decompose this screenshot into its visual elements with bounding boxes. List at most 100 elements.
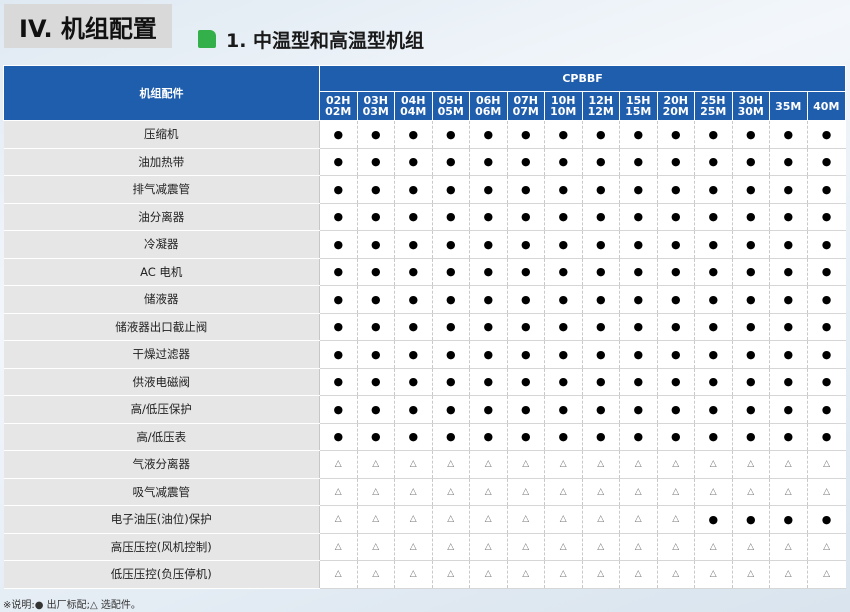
model-header: 10H 10M bbox=[544, 91, 583, 121]
standard-mark: ● bbox=[769, 505, 807, 534]
standard-mark: ● bbox=[394, 395, 432, 424]
standard-mark: ● bbox=[694, 258, 732, 286]
standard-mark: ● bbox=[431, 395, 470, 424]
standard-mark: ● bbox=[356, 285, 395, 314]
standard-mark: ● bbox=[544, 313, 582, 341]
standard-mark: ● bbox=[769, 313, 807, 341]
optional-mark: △ bbox=[469, 505, 507, 534]
standard-mark: ● bbox=[694, 395, 732, 424]
table-row: 气液分离器 △ △ △ △ △ △ △ △ △ △ △ △ △ △ bbox=[3, 450, 846, 479]
standard-mark: ● bbox=[581, 368, 620, 396]
standard-mark: ● bbox=[356, 148, 395, 176]
standard-mark: ● bbox=[619, 285, 657, 314]
row-label: 高压压控(风机控制) bbox=[3, 533, 320, 561]
section-title: IV. 机组配置 bbox=[4, 4, 172, 48]
optional-mark: △ bbox=[506, 533, 545, 561]
standard-mark: ● bbox=[431, 340, 470, 369]
standard-mark: ● bbox=[731, 505, 770, 534]
model-code: 30M bbox=[737, 105, 764, 118]
standard-mark: ● bbox=[544, 258, 582, 286]
standard-mark: ● bbox=[694, 423, 732, 451]
standard-mark: ● bbox=[506, 175, 545, 204]
standard-mark: ● bbox=[619, 175, 657, 204]
row-label: 低压压控(负压停机) bbox=[3, 560, 320, 589]
optional-mark: △ bbox=[619, 505, 657, 534]
standard-mark: ● bbox=[731, 175, 770, 204]
standard-mark: ● bbox=[506, 230, 545, 259]
optional-mark: △ bbox=[469, 478, 507, 506]
standard-mark: ● bbox=[619, 230, 657, 259]
standard-mark: ● bbox=[394, 313, 432, 341]
optional-mark: △ bbox=[694, 560, 732, 589]
optional-mark: △ bbox=[506, 505, 545, 534]
standard-mark: ● bbox=[769, 285, 807, 314]
optional-mark: △ bbox=[619, 533, 657, 561]
standard-mark: ● bbox=[731, 340, 770, 369]
optional-mark: △ bbox=[544, 478, 582, 506]
optional-mark: △ bbox=[319, 505, 357, 534]
table-row: 吸气减震管 △ △ △ △ △ △ △ △ △ △ △ △ △ △ bbox=[3, 478, 846, 506]
standard-mark: ● bbox=[319, 313, 357, 341]
model-code: 10M bbox=[550, 105, 577, 118]
standard-mark: ● bbox=[694, 340, 732, 369]
optional-mark: △ bbox=[806, 533, 846, 561]
optional-mark: △ bbox=[731, 560, 770, 589]
sub-title-text: 1. 中温型和高温型机组 bbox=[226, 29, 425, 52]
standard-mark: ● bbox=[544, 285, 582, 314]
optional-mark: △ bbox=[694, 478, 732, 506]
standard-mark: ● bbox=[544, 148, 582, 176]
model-header: 35M bbox=[769, 91, 808, 121]
standard-mark: ● bbox=[656, 423, 695, 451]
row-label: 压缩机 bbox=[3, 120, 320, 149]
row-label: 干燥过滤器 bbox=[3, 340, 320, 369]
standard-mark: ● bbox=[656, 230, 695, 259]
standard-mark: ● bbox=[469, 120, 507, 149]
corner-header: 机组配件 bbox=[3, 65, 320, 121]
standard-mark: ● bbox=[769, 423, 807, 451]
standard-mark: ● bbox=[431, 175, 470, 204]
optional-mark: △ bbox=[544, 450, 582, 479]
standard-mark: ● bbox=[731, 203, 770, 231]
standard-mark: ● bbox=[769, 203, 807, 231]
optional-mark: △ bbox=[506, 450, 545, 479]
standard-mark: ● bbox=[694, 230, 732, 259]
model-code: 25M bbox=[700, 105, 727, 118]
standard-mark: ● bbox=[319, 258, 357, 286]
standard-mark: ● bbox=[506, 368, 545, 396]
standard-mark: ● bbox=[806, 148, 846, 176]
table-row: 高/低压表 ● ● ● ● ● ● ● ● ● ● ● ● ● ● bbox=[3, 423, 846, 451]
model-header: 30H 30M bbox=[731, 91, 770, 121]
optional-mark: △ bbox=[356, 505, 395, 534]
standard-mark: ● bbox=[806, 285, 846, 314]
group-header: CPBBF bbox=[318, 65, 847, 92]
standard-mark: ● bbox=[394, 203, 432, 231]
standard-mark: ● bbox=[656, 258, 695, 286]
model-code: 06M bbox=[475, 105, 502, 118]
optional-mark: △ bbox=[619, 560, 657, 589]
optional-mark: △ bbox=[394, 533, 432, 561]
standard-mark: ● bbox=[731, 285, 770, 314]
standard-mark: ● bbox=[619, 203, 657, 231]
standard-mark: ● bbox=[581, 203, 620, 231]
standard-mark: ● bbox=[506, 285, 545, 314]
standard-mark: ● bbox=[469, 230, 507, 259]
standard-mark: ● bbox=[394, 120, 432, 149]
standard-mark: ● bbox=[619, 258, 657, 286]
standard-mark: ● bbox=[694, 203, 732, 231]
standard-mark: ● bbox=[581, 120, 620, 149]
standard-mark: ● bbox=[469, 203, 507, 231]
model-code: 05M bbox=[437, 105, 464, 118]
standard-mark: ● bbox=[319, 368, 357, 396]
standard-mark: ● bbox=[319, 230, 357, 259]
row-label: 排气减震管 bbox=[3, 175, 320, 204]
standard-mark: ● bbox=[581, 230, 620, 259]
table-row: 储液器出口截止阀 ● ● ● ● ● ● ● ● ● ● ● ● ● ● bbox=[3, 313, 846, 341]
optional-mark: △ bbox=[356, 450, 395, 479]
standard-mark: ● bbox=[394, 230, 432, 259]
standard-mark: ● bbox=[694, 313, 732, 341]
standard-mark: ● bbox=[319, 340, 357, 369]
row-label: 高/低压保护 bbox=[3, 395, 320, 424]
standard-mark: ● bbox=[394, 423, 432, 451]
optional-mark: △ bbox=[581, 478, 620, 506]
standard-mark: ● bbox=[544, 423, 582, 451]
